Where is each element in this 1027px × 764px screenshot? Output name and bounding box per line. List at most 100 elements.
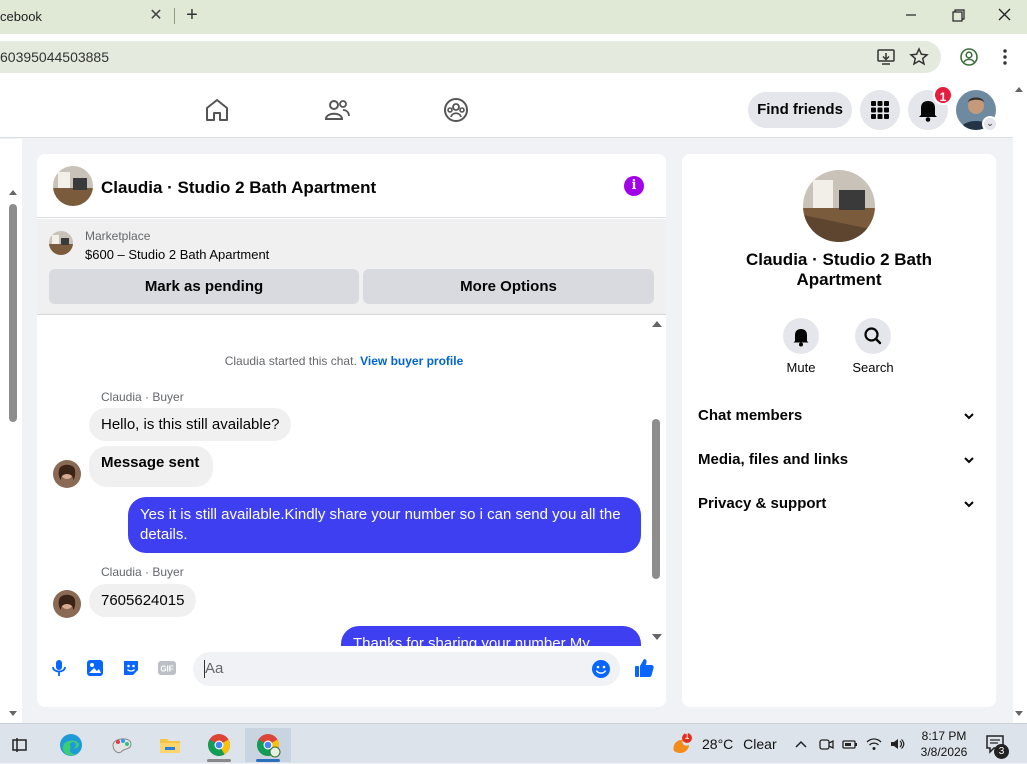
- chat-avatar[interactable]: [53, 166, 93, 206]
- page-scroll-down-icon[interactable]: [1015, 711, 1023, 716]
- privacy-support-section[interactable]: Privacy & support: [698, 490, 980, 518]
- chat-header: Claudia · Studio 2 Bath Apartment i: [37, 154, 666, 218]
- microphone-icon[interactable]: [49, 658, 69, 678]
- chat-scroll-down-icon[interactable]: [652, 634, 662, 640]
- page-scroll-up-icon[interactable]: [1015, 87, 1023, 92]
- profile-icon[interactable]: [959, 47, 979, 67]
- app-running-indicator: [207, 759, 231, 762]
- menu-grid-button[interactable]: [860, 90, 900, 130]
- section-label: Chat members: [698, 407, 803, 424]
- message-composer: GIF Aa: [37, 646, 666, 707]
- incoming-message[interactable]: Message sent: [89, 446, 214, 487]
- grid-icon: [871, 101, 889, 119]
- new-tab-button[interactable]: +: [183, 4, 201, 26]
- mute-button[interactable]: [783, 318, 819, 354]
- buyer-avatar[interactable]: [53, 590, 81, 618]
- temperature: 28°C: [702, 736, 734, 752]
- browser-menu-icon[interactable]: [995, 47, 1015, 67]
- chat-scroll-thumb[interactable]: [652, 419, 660, 579]
- gif-icon[interactable]: GIF: [157, 658, 177, 678]
- left-scroll-up-icon[interactable]: [9, 190, 17, 195]
- home-icon[interactable]: [203, 96, 231, 124]
- bell-icon: [793, 329, 809, 347]
- search-label: Search: [852, 360, 894, 375]
- install-app-icon[interactable]: [876, 47, 896, 67]
- chevron-down-icon: [964, 402, 974, 440]
- section-label: Privacy & support: [698, 495, 827, 512]
- facebook-top-nav: Find friends 1 ⌄: [0, 80, 1027, 138]
- file-explorer-icon[interactable]: [150, 728, 190, 762]
- outgoing-message[interactable]: Yes it is still available.Kindly share y…: [128, 497, 641, 553]
- groups-icon[interactable]: [442, 96, 470, 124]
- conversation-avatar[interactable]: [803, 170, 875, 242]
- info-icon[interactable]: i: [624, 176, 644, 196]
- show-hidden-icons-chevron-up-icon[interactable]: [793, 736, 809, 752]
- listing-thumbnail[interactable]: [49, 231, 73, 255]
- like-thumb-icon[interactable]: [633, 657, 655, 679]
- browser-tab[interactable]: cebook ✕: [0, 0, 172, 34]
- chat-title[interactable]: Claudia · Studio 2 Bath Apartment: [101, 178, 376, 198]
- battery-icon[interactable]: [842, 736, 858, 752]
- account-chevron-down-icon[interactable]: ⌄: [982, 116, 998, 132]
- weather-readout[interactable]: 28°C Clear: [702, 736, 777, 752]
- mark-pending-button[interactable]: Mark as pending: [49, 269, 359, 304]
- chrome-profile-icon[interactable]: [245, 728, 291, 762]
- incoming-message[interactable]: Hello, is this still available?: [89, 408, 292, 441]
- chat-members-section[interactable]: Chat members: [698, 402, 980, 430]
- paint-app-icon[interactable]: [102, 728, 142, 762]
- marketplace-banner: Marketplace $600 – Studio 2 Bath Apartme…: [37, 219, 666, 315]
- minimize-icon[interactable]: [899, 4, 923, 26]
- windows-taskbar: 1 28°C Clear 8:17 PM 3/8/2026 3: [0, 723, 1027, 763]
- left-scroll-down-icon[interactable]: [9, 711, 17, 716]
- notification-count-badge: 3: [994, 744, 1009, 759]
- chrome-icon[interactable]: [199, 728, 239, 762]
- edge-browser-icon[interactable]: [51, 728, 91, 762]
- close-window-icon[interactable]: [992, 4, 1016, 26]
- clock-date: 3/8/2026: [920, 745, 968, 759]
- app-running-indicator: [256, 759, 280, 762]
- incoming-message[interactable]: 7605624015: [89, 584, 197, 617]
- conversation-title: Claudia · Studio 2 Bath Apartment: [745, 250, 933, 289]
- media-files-links-section[interactable]: Media, files and links: [698, 446, 980, 474]
- find-friends-button[interactable]: Find friends: [748, 92, 852, 128]
- message-input[interactable]: Aa: [193, 652, 620, 686]
- sticker-icon[interactable]: [121, 658, 141, 678]
- weather-badge: 1: [684, 731, 690, 741]
- section-label: Media, files and links: [698, 451, 849, 468]
- volume-icon[interactable]: [889, 736, 905, 752]
- tab-close-icon[interactable]: ✕: [148, 6, 164, 26]
- buyer-avatar[interactable]: [53, 460, 81, 488]
- chat-info-panel: Claudia · Studio 2 Bath Apartment Mute S…: [682, 154, 996, 707]
- message-input-placeholder: Aa: [205, 660, 224, 677]
- chat-panel: Claudia · Studio 2 Bath Apartment i Mark…: [37, 154, 666, 707]
- chat-scroll-up-icon[interactable]: [652, 321, 662, 327]
- message-sender: Claudia · Buyer: [101, 390, 184, 404]
- page-scrollbar[interactable]: [1013, 80, 1027, 723]
- system-clock[interactable]: 8:17 PM 3/8/2026: [916, 728, 972, 760]
- restore-icon[interactable]: [946, 4, 970, 26]
- mute-label: Mute: [786, 360, 816, 375]
- message-list: Claudia started this chat. View buyer pr…: [37, 316, 666, 646]
- task-view-icon[interactable]: [0, 728, 40, 762]
- listing-title[interactable]: $600 – Studio 2 Bath Apartment: [85, 247, 269, 262]
- wifi-icon[interactable]: [866, 736, 882, 752]
- clock-time: 8:17 PM: [921, 729, 967, 743]
- address-bar[interactable]: 60395044503885: [0, 41, 941, 73]
- url-text: 60395044503885: [0, 49, 110, 65]
- bookmark-star-icon[interactable]: [909, 47, 929, 67]
- meet-now-icon[interactable]: [818, 736, 834, 752]
- left-scroll-thumb[interactable]: [9, 204, 17, 422]
- friends-icon[interactable]: [323, 96, 351, 124]
- outgoing-message[interactable]: Thanks for sharing your number My: [341, 626, 641, 646]
- view-buyer-profile-link[interactable]: View buyer profile: [360, 354, 463, 368]
- search-button[interactable]: [855, 318, 891, 354]
- chat-started-text: Claudia started this chat.: [224, 354, 357, 368]
- message-sender: Claudia · Buyer: [101, 565, 184, 579]
- tab-divider: [174, 8, 175, 24]
- more-options-button[interactable]: More Options: [363, 269, 654, 304]
- search-icon: [864, 327, 882, 345]
- marketplace-label: Marketplace: [85, 229, 151, 243]
- emoji-icon[interactable]: [591, 659, 611, 679]
- photo-icon[interactable]: [85, 658, 105, 678]
- chat-started-notice: Claudia started this chat. View buyer pr…: [37, 354, 651, 368]
